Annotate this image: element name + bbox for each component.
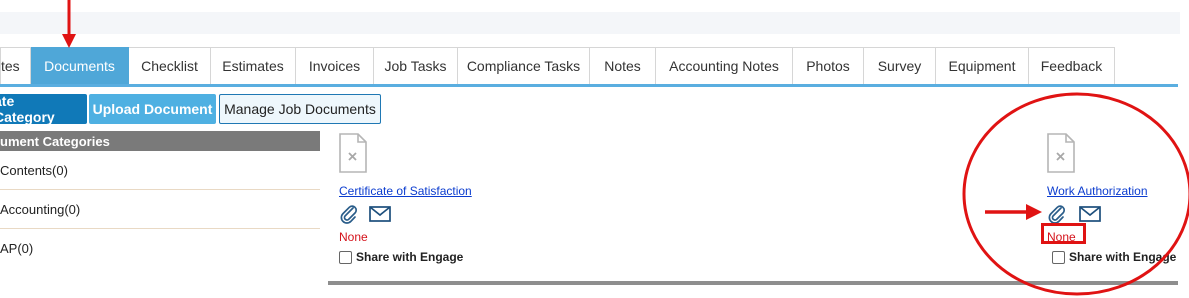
highlight-box-annotation [1041,223,1086,244]
top-bar-band [0,12,1180,34]
document-actions [339,204,472,224]
share-with-engage-checkbox[interactable] [339,250,352,264]
tab-accounting-notes[interactable]: Accounting Notes [656,47,793,85]
share-with-engage-checkbox[interactable] [1052,250,1065,264]
share-with-engage: Share with Engage [339,250,472,264]
paperclip-icon[interactable] [339,204,359,224]
document-link-certificate[interactable]: Certificate of Satisfaction [339,184,472,198]
broken-file-icon [339,133,367,173]
email-icon[interactable] [1079,206,1101,222]
document-card-work-authorization: Work Authorization None Share with Engag… [1047,133,1176,264]
tab-equipment[interactable]: Equipment [936,47,1029,85]
document-status: None [339,230,368,244]
upload-document-button[interactable]: Upload Document [89,94,216,124]
top-bar [0,0,1189,44]
tab-underline [0,84,1178,87]
content-divider [328,281,1178,285]
email-icon[interactable] [369,206,391,222]
share-with-engage: Share with Engage [1052,250,1176,264]
tab-notes[interactable]: Notes [590,47,656,85]
tab-checklist[interactable]: Checklist [129,47,211,85]
tab-estimates[interactable]: Estimates [211,47,296,85]
create-category-button[interactable]: ate Category [0,93,87,125]
tab-job-tasks[interactable]: Job Tasks [374,47,458,85]
document-categories-panel: ument Categories Contents(0) Accounting(… [0,131,320,268]
document-categories-heading: ument Categories [0,131,320,151]
broken-file-icon [1047,133,1075,173]
paperclip-icon[interactable] [1047,204,1067,224]
tab-invoices[interactable]: Invoices [296,47,374,85]
tab-feedback[interactable]: Feedback [1029,47,1115,85]
tab-compliance-tasks[interactable]: Compliance Tasks [458,47,590,85]
tab-documents[interactable]: Documents [31,47,129,85]
category-item-accounting[interactable]: Accounting(0) [0,190,320,229]
tab-notes-partial[interactable]: tes [0,47,31,85]
category-item-ap[interactable]: AP(0) [0,229,320,268]
right-arrow-annotation [985,204,1042,220]
tab-survey[interactable]: Survey [864,47,936,85]
tab-bar: tes Documents Checklist Estimates Invoic… [0,47,1115,85]
document-actions [1047,204,1176,224]
tab-photos[interactable]: Photos [793,47,864,85]
manage-job-documents-button[interactable]: Manage Job Documents [219,94,381,124]
document-card-certificate: Certificate of Satisfaction None Share w… [339,133,472,264]
category-item-contents[interactable]: Contents(0) [0,151,320,190]
document-link-work-authorization[interactable]: Work Authorization [1047,184,1176,198]
